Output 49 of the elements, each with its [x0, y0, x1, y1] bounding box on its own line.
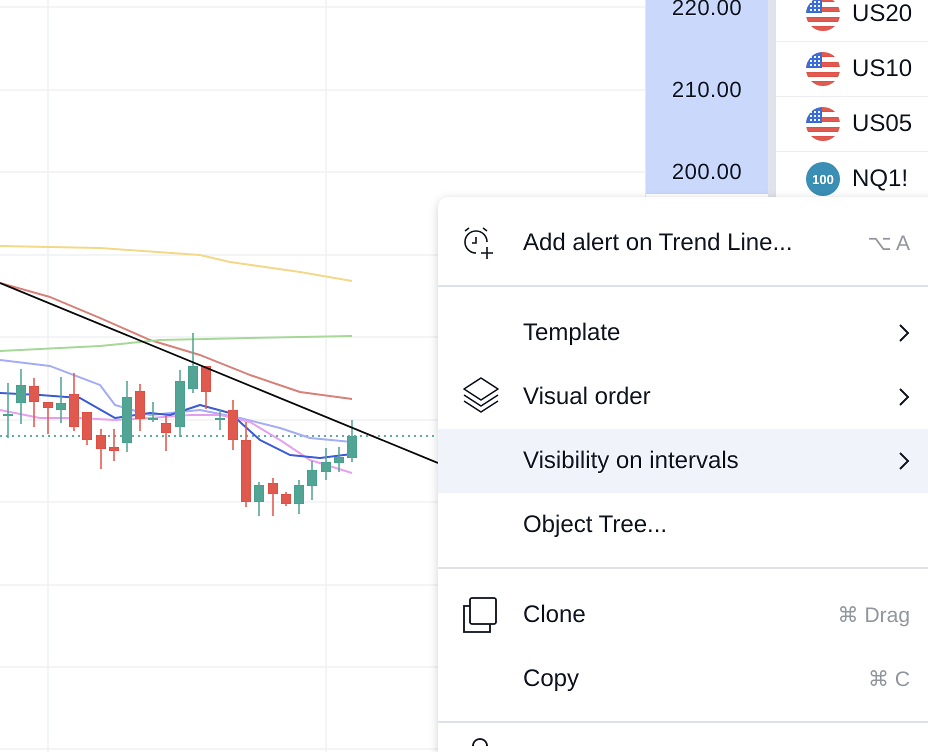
candlestick [254, 482, 264, 516]
candlestick [347, 420, 357, 462]
symbol-label[interactable]: US10 [852, 55, 912, 83]
candlestick [69, 373, 79, 431]
candlestick [135, 384, 145, 431]
menu-item[interactable]: Clone ⌘ Drag [438, 583, 928, 647]
symbol-label[interactable]: US20 [852, 0, 912, 28]
candlestick [29, 378, 39, 427]
menu-item[interactable]: Visibility on intervals [438, 429, 928, 493]
flag-icon [806, 107, 840, 141]
candlestick [268, 478, 278, 516]
candlestick [188, 333, 198, 393]
candlestick [43, 402, 53, 434]
candlestick [3, 383, 13, 438]
symbol-label[interactable]: NQ1! [852, 165, 908, 193]
price-label: 210.00 [672, 76, 742, 104]
candlestick [109, 429, 119, 461]
trend-line[interactable] [0, 282, 438, 464]
menu-item[interactable]: Template [438, 301, 928, 365]
candlestick [334, 447, 344, 472]
shortcut-label: ⌘ C [868, 666, 910, 692]
candlestick [228, 400, 238, 450]
index-badge: 100 [806, 162, 840, 196]
candlestick [161, 415, 171, 451]
shortcut-label: ⌥ A [867, 230, 910, 256]
candlestick [201, 366, 211, 409]
candlestick [96, 429, 106, 469]
candlestick [122, 381, 132, 452]
candlestick [281, 492, 291, 506]
menu-item[interactable]: Object Tree... [438, 493, 928, 557]
price-label: 200.00 [672, 158, 742, 186]
candlestick [82, 412, 92, 445]
candlestick [321, 448, 331, 480]
menu-item[interactable]: Add alert on Trend Line... ⌥ A [438, 211, 928, 275]
candlestick [16, 369, 26, 424]
candlestick [215, 410, 225, 430]
candlestick [175, 370, 185, 437]
price-label: 220.00 [672, 0, 742, 22]
candlestick [148, 402, 158, 422]
menu-item[interactable]: Visual order [438, 365, 928, 429]
candlestick [294, 480, 304, 514]
alarm-clock-icon [462, 226, 494, 260]
candlestick [56, 377, 66, 423]
shortcut-label: ⌘ Drag [838, 602, 910, 628]
candlestick [307, 461, 317, 500]
clone-icon [462, 597, 498, 633]
menu-item[interactable]: Copy ⌘ C [438, 647, 928, 711]
flag-icon [806, 52, 840, 86]
symbol-label[interactable]: US05 [852, 110, 912, 138]
